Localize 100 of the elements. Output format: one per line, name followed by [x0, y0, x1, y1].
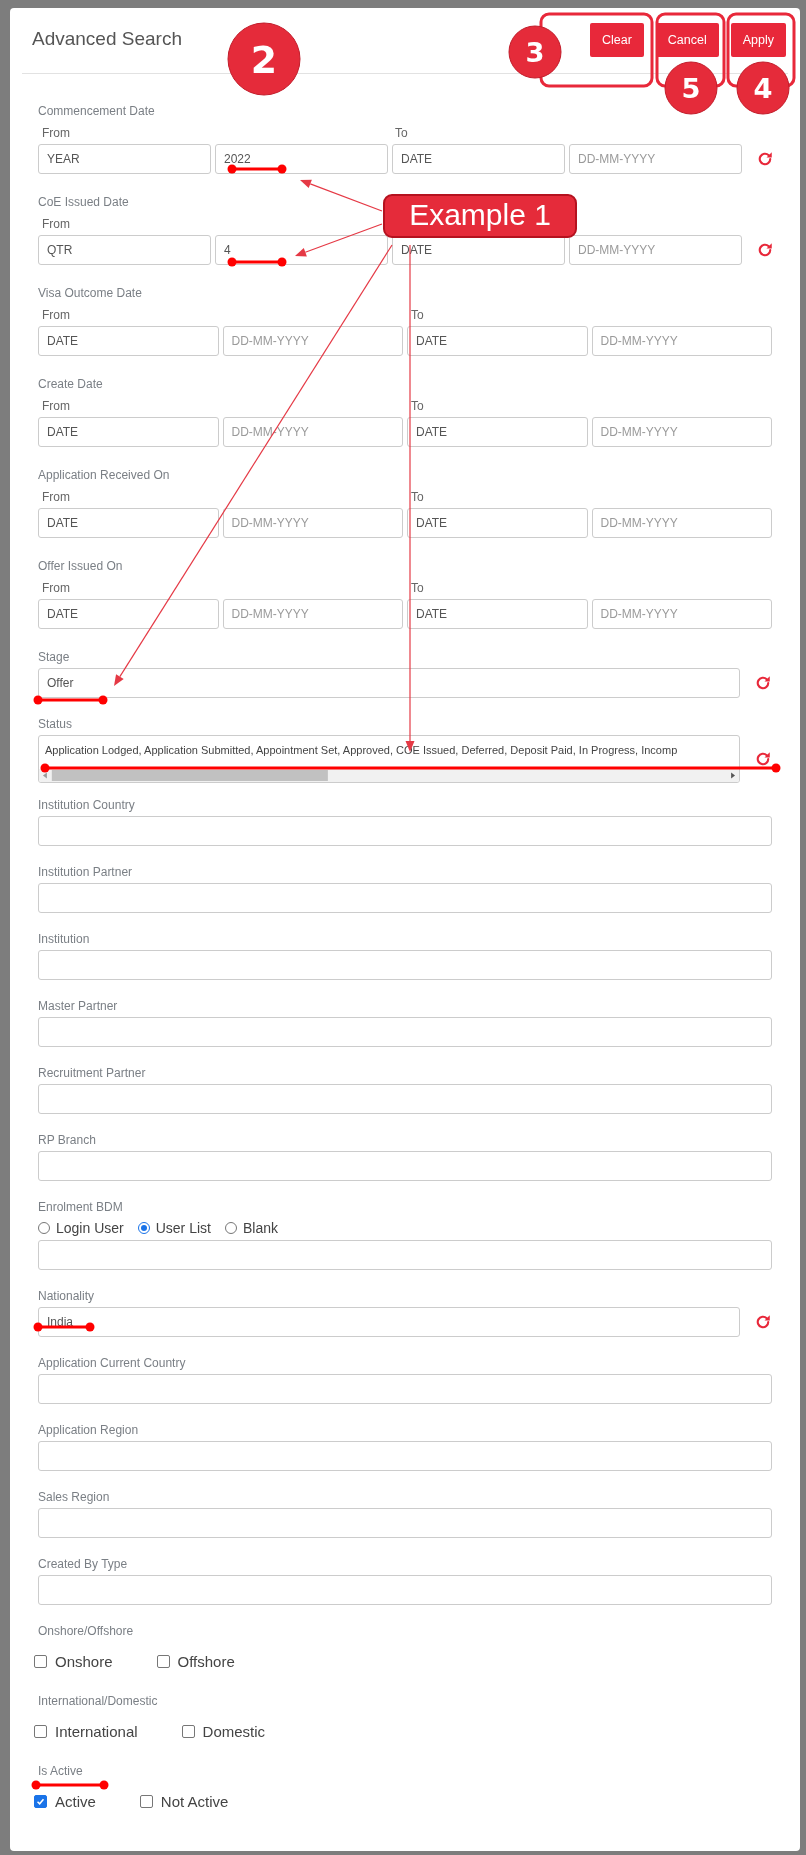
- checkbox[interactable]: [34, 1654, 47, 1668]
- checkbox[interactable]: [181, 1724, 195, 1738]
- refresh-icon[interactable]: [756, 241, 774, 259]
- field-label: Is Active: [38, 1763, 83, 1780]
- input-field[interactable]: [38, 1508, 772, 1538]
- field-label: International/Domestic: [38, 1693, 158, 1710]
- input-field[interactable]: DATE: [38, 326, 219, 356]
- input-field[interactable]: DATE: [407, 599, 588, 629]
- number-badge: 4: [736, 61, 790, 115]
- dialog-title: Advanced Search: [32, 28, 182, 50]
- from-label: From: [42, 581, 70, 595]
- input-field[interactable]: DATE: [38, 599, 219, 629]
- field-label: Application Region: [38, 1422, 139, 1439]
- input-field[interactable]: QTR: [38, 235, 211, 265]
- from-label: From: [42, 217, 70, 231]
- input-field[interactable]: [38, 1084, 772, 1114]
- input-field[interactable]: [38, 1374, 772, 1404]
- number-badge: 3: [508, 25, 562, 79]
- input-field[interactable]: [38, 1240, 772, 1270]
- action-button[interactable]: Clear: [589, 23, 644, 57]
- option-label[interactable]: Login User: [56, 1220, 124, 1236]
- from-label: From: [42, 399, 70, 413]
- option-label[interactable]: Domestic: [202, 1722, 266, 1740]
- option-label[interactable]: Not Active: [160, 1792, 229, 1810]
- field-label: Commencement Date: [38, 103, 155, 120]
- refresh-icon[interactable]: [754, 674, 772, 692]
- input-field[interactable]: DD-MM-YYYY: [222, 599, 403, 629]
- input-field[interactable]: DD-MM-YYYY: [591, 326, 772, 356]
- number-badge: 2: [227, 22, 301, 96]
- input-field[interactable]: DATE: [407, 326, 588, 356]
- field-label: Recruitment Partner: [38, 1065, 146, 1082]
- field-label: RP Branch: [38, 1132, 96, 1149]
- field-label: CoE Issued Date: [38, 194, 129, 211]
- input-field[interactable]: DATE: [38, 417, 219, 447]
- field-label: Master Partner: [38, 998, 118, 1015]
- input-field[interactable]: DATE: [392, 144, 565, 174]
- field-label: Institution Country: [38, 797, 135, 814]
- input-field[interactable]: DATE: [407, 508, 588, 538]
- input-field[interactable]: DD-MM-YYYY: [591, 599, 772, 629]
- from-label: From: [42, 490, 70, 504]
- input-field[interactable]: DD-MM-YYYY: [222, 326, 403, 356]
- input-field[interactable]: Offer: [38, 668, 740, 698]
- input-field[interactable]: [38, 816, 772, 846]
- checkbox[interactable]: [34, 1724, 47, 1738]
- field-label: Application Current Country: [38, 1355, 186, 1372]
- field-label: Offer Issued On: [38, 558, 123, 575]
- input-field[interactable]: [38, 883, 772, 913]
- option-label[interactable]: Onshore: [55, 1652, 113, 1670]
- to-label: To: [411, 581, 424, 595]
- number-badge: 5: [664, 61, 718, 115]
- from-label: From: [42, 308, 70, 322]
- input-field[interactable]: DATE: [38, 508, 219, 538]
- input-field[interactable]: YEAR: [38, 144, 211, 174]
- field-label: Institution: [38, 931, 90, 948]
- field-label: Created By Type: [38, 1556, 128, 1573]
- multi-select-field[interactable]: Application Lodged, Application Submitted, Appointment Set, Approved, COE Issued, Deferred, Deposit Paid, In Progress, Incomp: [38, 735, 740, 783]
- callout-label: Example 1: [383, 194, 577, 238]
- field-label: Onshore/Offshore: [38, 1623, 134, 1640]
- input-field[interactable]: DD-MM-YYYY: [569, 235, 742, 265]
- input-field[interactable]: [38, 1151, 772, 1181]
- refresh-icon[interactable]: [756, 150, 774, 168]
- input-field[interactable]: DD-MM-YYYY: [222, 508, 403, 538]
- option-label[interactable]: Active: [55, 1792, 96, 1810]
- option-label[interactable]: Offshore: [177, 1652, 235, 1670]
- input-field[interactable]: DD-MM-YYYY: [569, 144, 742, 174]
- input-field[interactable]: [38, 1575, 772, 1605]
- to-label: To: [395, 126, 408, 140]
- to-label: To: [411, 490, 424, 504]
- refresh-icon[interactable]: [754, 750, 772, 768]
- to-label: To: [411, 399, 424, 413]
- option-label[interactable]: Blank: [242, 1220, 278, 1236]
- option-label[interactable]: International: [55, 1722, 138, 1740]
- field-label: Institution Partner: [38, 864, 133, 881]
- radio-button[interactable]: [38, 1222, 50, 1234]
- input-field[interactable]: [38, 1017, 772, 1047]
- input-field[interactable]: [38, 1441, 772, 1471]
- checkbox[interactable]: [34, 1794, 47, 1808]
- radio-button[interactable]: [224, 1222, 237, 1234]
- field-label: Visa Outcome Date: [38, 285, 142, 302]
- from-label: From: [42, 126, 70, 140]
- radio-button[interactable]: [137, 1222, 150, 1234]
- field-label: Create Date: [38, 376, 103, 393]
- input-field[interactable]: DD-MM-YYYY: [591, 508, 772, 538]
- action-button[interactable]: Apply: [730, 23, 786, 57]
- underline-marker: [227, 164, 287, 174]
- input-field[interactable]: 4: [215, 235, 388, 265]
- input-field[interactable]: 2022: [215, 144, 388, 174]
- option-label[interactable]: User List: [155, 1220, 211, 1236]
- underline-marker: [227, 257, 287, 267]
- input-field[interactable]: DD-MM-YYYY: [591, 417, 772, 447]
- input-field[interactable]: [38, 950, 772, 980]
- checkbox[interactable]: [156, 1654, 170, 1668]
- field-label: Stage: [38, 649, 70, 666]
- field-label: Enrolment BDM: [38, 1199, 123, 1216]
- refresh-icon[interactable]: [754, 1313, 772, 1331]
- field-label: Application Received On: [38, 467, 170, 484]
- field-label: Status: [38, 716, 73, 733]
- input-field[interactable]: DATE: [407, 417, 588, 447]
- checkbox[interactable]: [139, 1794, 153, 1808]
- to-label: To: [411, 308, 424, 322]
